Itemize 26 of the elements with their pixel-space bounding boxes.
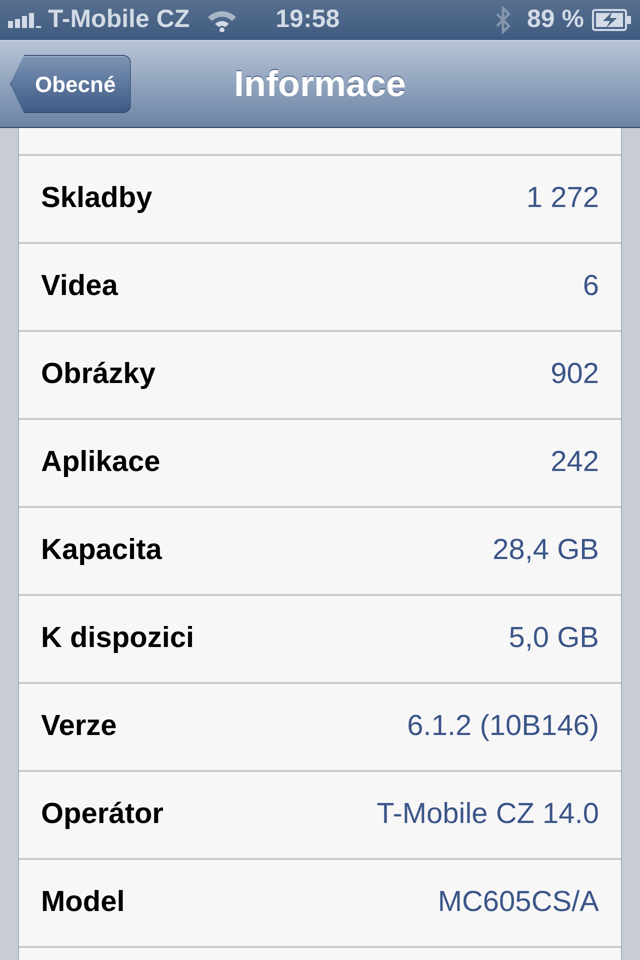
row-label: Verze xyxy=(41,709,117,744)
row-value: 6 xyxy=(582,269,599,304)
carrier-name: T-Mobile CZ xyxy=(48,4,190,36)
row-label: Videa xyxy=(41,269,118,304)
row-label: Obrázky xyxy=(41,357,156,392)
row-value: 242 xyxy=(550,445,599,480)
battery-percentage: 89 % xyxy=(527,4,584,36)
row-value: T-Mobile CZ 14.0 xyxy=(376,797,599,832)
row-label: Kapacita xyxy=(41,533,162,568)
page-title: Informace xyxy=(234,62,406,106)
row-value: 1 272 xyxy=(526,181,599,216)
row-label: Model xyxy=(41,885,125,920)
row-value: 902 xyxy=(550,357,599,392)
row-label: Skladby xyxy=(41,181,152,216)
row-label: Aplikace xyxy=(41,445,160,480)
battery-charging-icon xyxy=(592,9,632,31)
bluetooth-icon xyxy=(495,6,512,34)
clock: 19:58 xyxy=(276,4,340,36)
signal-icon xyxy=(8,12,44,28)
row-label: K dispozici xyxy=(41,621,194,656)
row-value: 28,4 GB xyxy=(492,533,599,568)
row-value: MC605CS/A xyxy=(438,885,599,920)
row-label: Operátor xyxy=(41,797,164,832)
row-value: 5,0 GB xyxy=(508,621,599,656)
row-value: 6.1.2 (10B146) xyxy=(407,709,599,744)
back-button[interactable]: Obecné xyxy=(10,55,131,113)
